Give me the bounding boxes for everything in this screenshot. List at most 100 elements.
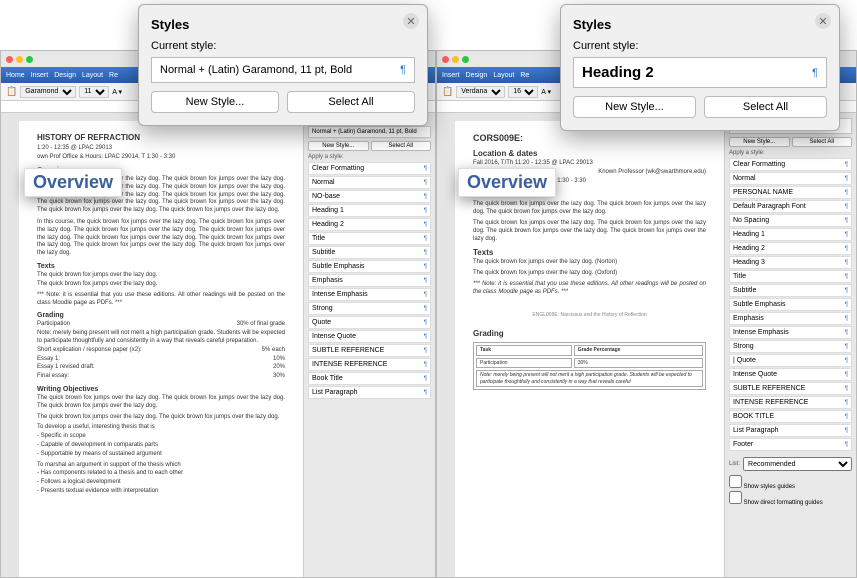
size-select[interactable]: 11	[79, 86, 109, 98]
show-guides-check[interactable]: Show styles guides	[729, 475, 852, 490]
style-row[interactable]: PERSONAL NAME¶	[729, 186, 852, 199]
max-dot[interactable]	[462, 56, 469, 63]
style-row[interactable]: Default Paragraph Font¶	[729, 200, 852, 213]
text-line1: The quick brown fox jumps over the lazy …	[37, 272, 285, 280]
style-row[interactable]: SUBTLE REFERENCE¶	[729, 382, 852, 395]
apply-style-label: Apply a style:	[729, 150, 852, 156]
style-row[interactable]: Footer¶	[729, 438, 852, 451]
close-icon[interactable]: ✕	[403, 13, 419, 29]
select-all-button[interactable]: Select All	[792, 137, 853, 147]
style-row[interactable]: List Paragraph¶	[308, 386, 431, 399]
tab-layout[interactable]: Layout	[82, 72, 103, 79]
tab-home[interactable]: Home	[6, 72, 25, 79]
overview-callout-left: Overview	[24, 168, 122, 197]
list-dropdown[interactable]: Recommended	[743, 457, 852, 471]
min-dot[interactable]	[16, 56, 23, 63]
style-row[interactable]: INTENSE REFERENCE¶	[729, 396, 852, 409]
heading-writing: Writing Objectives	[37, 385, 285, 394]
current-style-field[interactable]: Normal + (Latin) Garamond, 11 pt, Bold ¶	[151, 57, 415, 83]
close-dot[interactable]	[442, 56, 449, 63]
size-select[interactable]: 16	[508, 86, 538, 98]
style-row[interactable]: Emphasis¶	[729, 312, 852, 325]
heading-location: Location & dates	[473, 149, 706, 159]
popup-title: Styles	[151, 17, 415, 32]
style-list[interactable]: Clear Formatting¶Normal¶PERSONAL NAME¶De…	[729, 158, 852, 451]
new-style-button[interactable]: New Style...	[151, 91, 279, 113]
style-row[interactable]: Intense Emphasis¶	[729, 326, 852, 339]
meeting-line: Fall 2016, T/Th 11:20 - 12:35 @ LPAC 290…	[473, 160, 706, 168]
style-row[interactable]: Emphasis¶	[308, 274, 431, 287]
pilcrow-icon: ¶	[812, 67, 818, 79]
tab-design[interactable]: Design	[466, 72, 488, 79]
style-row[interactable]: Heading 2¶	[729, 242, 852, 255]
style-row[interactable]: Subtle Emphasis¶	[308, 260, 431, 273]
style-row[interactable]: INTENSE REFERENCE¶	[308, 358, 431, 371]
style-row[interactable]: Title¶	[729, 270, 852, 283]
font-select[interactable]: Verdana	[456, 86, 505, 98]
style-row[interactable]: BOOK TITLE¶	[729, 410, 852, 423]
style-row[interactable]: Clear Formatting¶	[308, 162, 431, 175]
new-style-button[interactable]: New Style...	[308, 141, 369, 151]
style-row[interactable]: Heading 3¶	[729, 256, 852, 269]
style-row[interactable]: Strong¶	[729, 340, 852, 353]
style-row[interactable]: Heading 1¶	[308, 204, 431, 217]
style-row[interactable]: Intense Quote¶	[308, 330, 431, 343]
tab-insert[interactable]: Insert	[442, 72, 460, 79]
grading-row: Final essay:30%	[37, 373, 285, 381]
style-row[interactable]: Normal¶	[729, 172, 852, 185]
style-row[interactable]: Quote¶	[308, 316, 431, 329]
new-style-button[interactable]: New Style...	[573, 96, 696, 118]
style-list[interactable]: Clear Formatting¶Normal¶NO-base¶Heading …	[308, 162, 431, 399]
select-all-button[interactable]: Select All	[704, 96, 827, 118]
select-all-button[interactable]: Select All	[371, 141, 432, 151]
max-dot[interactable]	[26, 56, 33, 63]
window-controls[interactable]	[442, 56, 469, 63]
show-direct-check[interactable]: Show direct formatting guides	[729, 491, 852, 506]
style-row[interactable]: Title¶	[308, 232, 431, 245]
style-row[interactable]: Subtitle¶	[729, 284, 852, 297]
font-select[interactable]: Garamond	[20, 86, 76, 98]
style-row[interactable]: SUBTLE REFERENCE¶	[308, 344, 431, 357]
style-row[interactable]: NO-base¶	[308, 190, 431, 203]
paste-icon[interactable]: 📋	[442, 86, 453, 97]
style-row[interactable]: Subtle Emphasis¶	[729, 298, 852, 311]
course-code: CORS009E:	[473, 133, 706, 145]
current-style-box[interactable]: Normal + (Latin) Garamond, 11 pt, Bold	[308, 126, 431, 138]
style-row[interactable]: List Paragraph¶	[729, 424, 852, 437]
min-dot[interactable]	[452, 56, 459, 63]
style-row[interactable]: Intense Quote¶	[729, 368, 852, 381]
grading-row: Participation30% of final grade	[37, 321, 285, 329]
style-row[interactable]: Clear Formatting¶	[729, 158, 852, 171]
grading-row: Essay 1 revised draft:20%	[37, 364, 285, 372]
format-buttons[interactable]: A ▾	[112, 88, 122, 96]
bullet-2a: - Has components related to a thesis and…	[37, 470, 285, 478]
style-row[interactable]: Intense Emphasis¶	[308, 288, 431, 301]
tab-re[interactable]: Re	[109, 72, 118, 79]
current-style-field[interactable]: Heading 2 ¶	[573, 57, 827, 88]
grading-table: TaskGrade Percentage Participation30% No…	[473, 342, 706, 390]
styles-pane-right: Heading 2 New Style... Select All Apply …	[724, 113, 856, 577]
styles-pane-left: Current style: Normal + (Latin) Garamond…	[303, 113, 435, 577]
note-line: *** Note: it is essential that you use t…	[473, 281, 706, 297]
window-controls[interactable]	[6, 56, 33, 63]
style-row[interactable]: No Spacing¶	[729, 214, 852, 227]
close-dot[interactable]	[6, 56, 13, 63]
style-row[interactable]: Strong¶	[308, 302, 431, 315]
tab-design[interactable]: Design	[54, 72, 76, 79]
new-style-button[interactable]: New Style...	[729, 137, 790, 147]
style-row[interactable]: Heading 1¶	[729, 228, 852, 241]
style-row[interactable]: Book Title¶	[308, 372, 431, 385]
doc-title: HISTORY OF REFRACTION	[37, 133, 285, 143]
paste-icon[interactable]: 📋	[6, 86, 17, 97]
style-row[interactable]: Subtitle¶	[308, 246, 431, 259]
format-buttons[interactable]: A ▾	[541, 88, 551, 96]
style-row[interactable]: | Quote¶	[729, 354, 852, 367]
tab-re[interactable]: Re	[520, 72, 529, 79]
style-row[interactable]: Normal¶	[308, 176, 431, 189]
overview-p2: The quick brown fox jumps over the lazy …	[473, 220, 706, 243]
style-row[interactable]: Heading 2¶	[308, 218, 431, 231]
close-icon[interactable]: ✕	[815, 13, 831, 29]
tab-layout[interactable]: Layout	[493, 72, 514, 79]
select-all-button[interactable]: Select All	[287, 91, 415, 113]
tab-insert[interactable]: Insert	[31, 72, 49, 79]
